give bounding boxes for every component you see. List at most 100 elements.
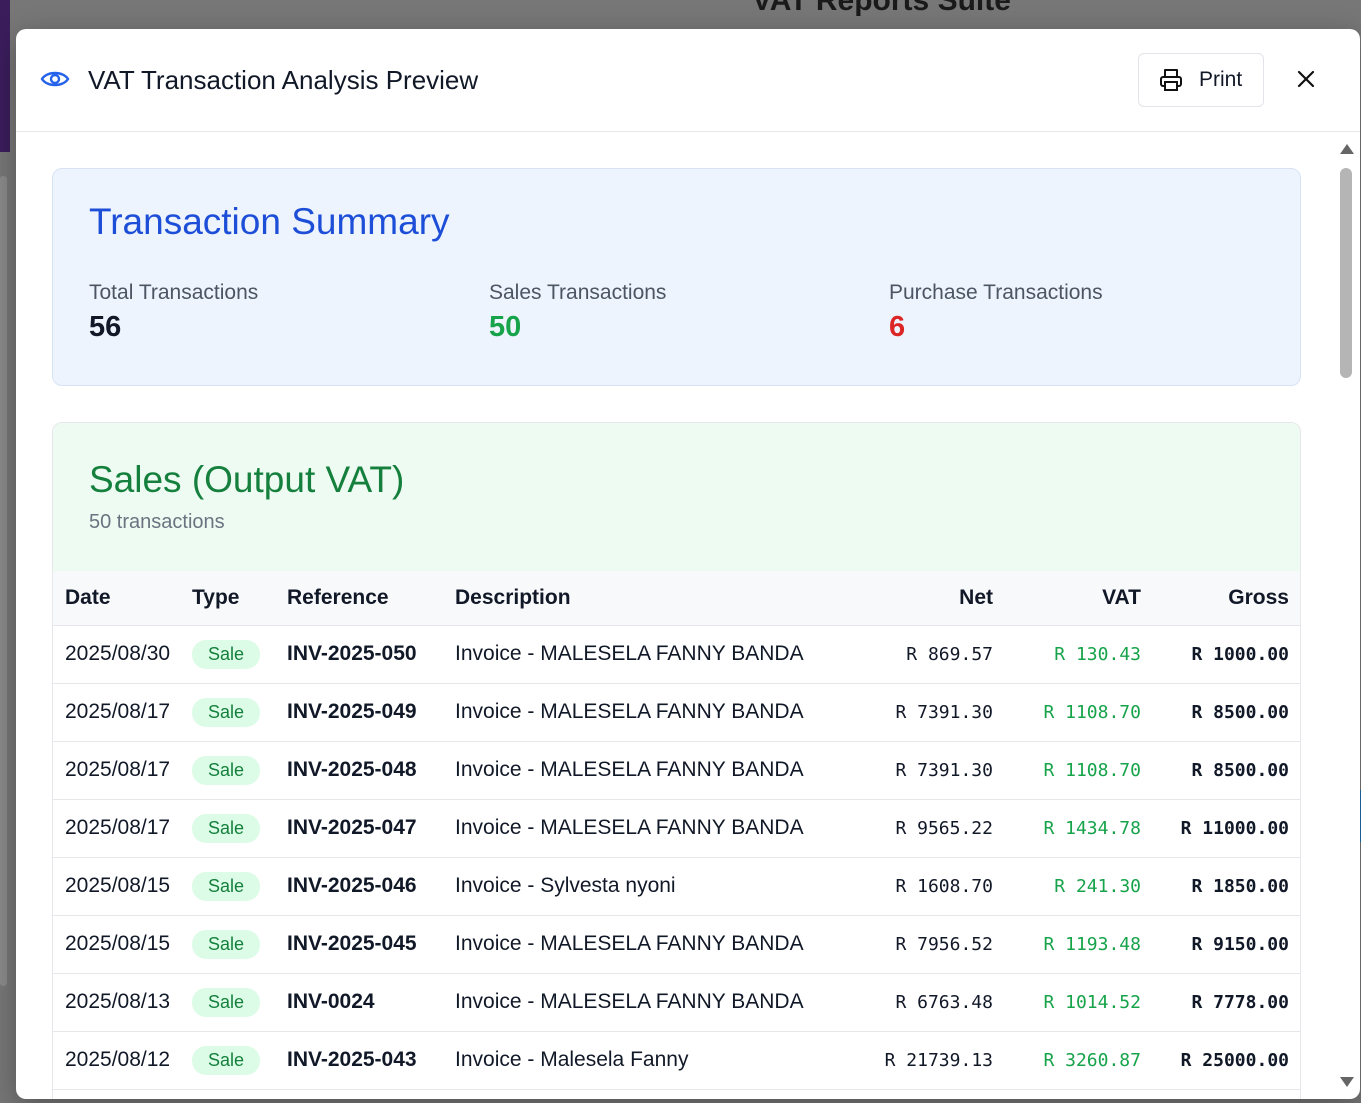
sales-output-vat-card: Sales (Output VAT) 50 transactions Date … (52, 422, 1301, 1099)
stat-value: 6 (889, 311, 906, 343)
cell-type: Sale (192, 1031, 287, 1090)
cell-gross: R 11000.00 (1141, 799, 1300, 858)
cell-date: 2025/08/13 (53, 973, 192, 1032)
cell-date: 2025/08/17 (53, 741, 192, 800)
cell-net: R 869.57 (815, 625, 993, 684)
column-header-vat[interactable]: VAT (993, 571, 1141, 626)
cell-date: 2025/08/12 (53, 1031, 192, 1090)
table-row[interactable]: 2025/08/12 Sale INV-2025-043 Invoice - Male… (53, 1031, 1300, 1090)
stat-label: Total Transactions (89, 281, 259, 304)
type-badge: Sale (192, 929, 261, 959)
cell-net: R 7391.30 (815, 683, 993, 742)
cell-gross: R 8500.00 (1141, 741, 1300, 800)
cell-vat: R 1014.52 (993, 973, 1141, 1032)
cell-reference: INV-2025-047 (287, 799, 455, 858)
column-header-description[interactable]: Description (455, 571, 815, 626)
stat-sales-transactions: Sales Transactions 50 (489, 281, 666, 344)
cell-reference: INV-2025-046 (287, 857, 455, 916)
close-button[interactable] (1292, 65, 1320, 93)
cell-description: Invoice - MALESELA FANNY BANDA (455, 683, 815, 742)
cell-reference: INV-2025-049 (287, 683, 455, 742)
modal-header: VAT Transaction Analysis Preview Print (16, 29, 1360, 132)
cell-type: Sale (192, 857, 287, 916)
cell-vat: R 1108.70 (993, 683, 1141, 742)
scroll-up-arrow-icon[interactable] (1340, 144, 1354, 154)
table-row[interactable]: 2025/08/17 Sale INV-2025-049 Invoice - MALE… (53, 683, 1300, 742)
modal-title: VAT Transaction Analysis Preview (88, 65, 479, 95)
scroll-down-arrow-icon[interactable] (1340, 1077, 1354, 1087)
cell-type: Sale (192, 799, 287, 858)
cell-date: 2025/08/15 (53, 857, 192, 916)
cell-vat: R 241.30 (993, 857, 1141, 916)
modal-scrollbar[interactable] (1338, 141, 1354, 1091)
column-header-type[interactable]: Type (192, 571, 287, 626)
cell-description: Invoice - Sylvesta nyoni (455, 857, 815, 916)
cell-net: R 7391.30 (815, 741, 993, 800)
cell-type: Sale (192, 741, 287, 800)
cell-reference: INV-2025-045 (287, 915, 455, 974)
cell-net: R 7956.52 (815, 915, 993, 974)
background-sidebar (0, 0, 10, 152)
stat-label: Sales Transactions (489, 281, 667, 304)
table-row[interactable]: 2025/08/17 Sale INV-2025-047 Invoice - MALE… (53, 799, 1300, 858)
background-scrollbar (0, 176, 7, 986)
type-badge: Sale (192, 871, 261, 901)
close-icon (1297, 70, 1315, 88)
column-header-date[interactable]: Date (53, 571, 192, 626)
cell-description: Invoice - MALESELA FANNY BANDA (455, 625, 815, 684)
table-row[interactable]: 2025/08/17 Sale INV-2025-048 Invoice - MALE… (53, 741, 1300, 800)
stat-total-transactions: Total Transactions 56 (89, 281, 258, 344)
cell-date: 2025/08/17 (53, 799, 192, 858)
cell-net: R 6763.48 (815, 973, 993, 1032)
type-badge: Sale (192, 755, 261, 785)
cell-type: Sale (192, 915, 287, 974)
column-header-reference[interactable]: Reference (287, 571, 455, 626)
cell-gross: R 1850.00 (1141, 857, 1300, 916)
table-header-row: Date Type Reference Description Net VAT … (53, 571, 1300, 626)
stat-value: 56 (89, 311, 122, 343)
column-header-gross[interactable]: Gross (1141, 571, 1300, 626)
type-badge: Sale (192, 1045, 261, 1075)
table-row[interactable]: 2025/08/13 Sale INV-0024 Invoice - MALESELA… (53, 973, 1300, 1032)
cell-type: Sale (192, 683, 287, 742)
background-app-title: VAT Reports Suite (752, 0, 1011, 17)
cell-net: R 1608.70 (815, 857, 993, 916)
cell-description: Invoice - MALESELA FANNY BANDA (455, 973, 815, 1032)
cell-vat: R 3260.87 (993, 1031, 1141, 1090)
cell-vat: R 1108.70 (993, 741, 1141, 800)
cell-gross: R 9150.00 (1141, 915, 1300, 974)
cell-vat: R 1434.78 (993, 799, 1141, 858)
sales-header: Sales (Output VAT) 50 transactions (53, 423, 1300, 571)
cell-description: Invoice - Malesela Fanny (455, 1031, 815, 1090)
cell-description: Invoice - MALESELA FANNY BANDA (455, 741, 815, 800)
cell-reference: INV-2025-043 (287, 1031, 455, 1090)
cell-date: 2025/08/15 (53, 915, 192, 974)
column-header-net[interactable]: Net (815, 571, 993, 626)
type-badge: Sale (192, 813, 261, 843)
sales-count: 50 transactions (89, 511, 225, 533)
stat-label: Purchase Transactions (889, 281, 1103, 304)
table-row[interactable]: 2025/08/30 Sale INV-2025-050 Invoice - MALE… (53, 625, 1300, 684)
cell-vat: R 130.43 (993, 625, 1141, 684)
sales-table: Date Type Reference Description Net VAT … (53, 571, 1300, 1090)
cell-date: 2025/08/30 (53, 625, 192, 684)
print-button[interactable]: Print (1138, 53, 1264, 107)
cell-type: Sale (192, 973, 287, 1032)
scroll-thumb[interactable] (1340, 168, 1352, 378)
print-label: Print (1199, 68, 1243, 91)
cell-vat: R 1193.48 (993, 915, 1141, 974)
sales-title: Sales (Output VAT) (89, 459, 405, 500)
printer-icon (1160, 69, 1182, 91)
cell-gross: R 7778.00 (1141, 973, 1300, 1032)
stat-value: 50 (489, 311, 522, 343)
table-row[interactable]: 2025/08/15 Sale INV-2025-045 Invoice - MALE… (53, 915, 1300, 974)
eye-icon (40, 71, 70, 87)
summary-title: Transaction Summary (89, 201, 450, 242)
cell-reference: INV-2025-048 (287, 741, 455, 800)
cell-net: R 9565.22 (815, 799, 993, 858)
modal-body: Transaction Summary Total Transactions 5… (16, 133, 1336, 1099)
cell-net: R 21739.13 (815, 1031, 993, 1090)
table-row[interactable]: 2025/08/15 Sale INV-2025-046 Invoice - Sylv… (53, 857, 1300, 916)
stat-purchase-transactions: Purchase Transactions 6 (889, 281, 1103, 344)
cell-date: 2025/08/17 (53, 683, 192, 742)
